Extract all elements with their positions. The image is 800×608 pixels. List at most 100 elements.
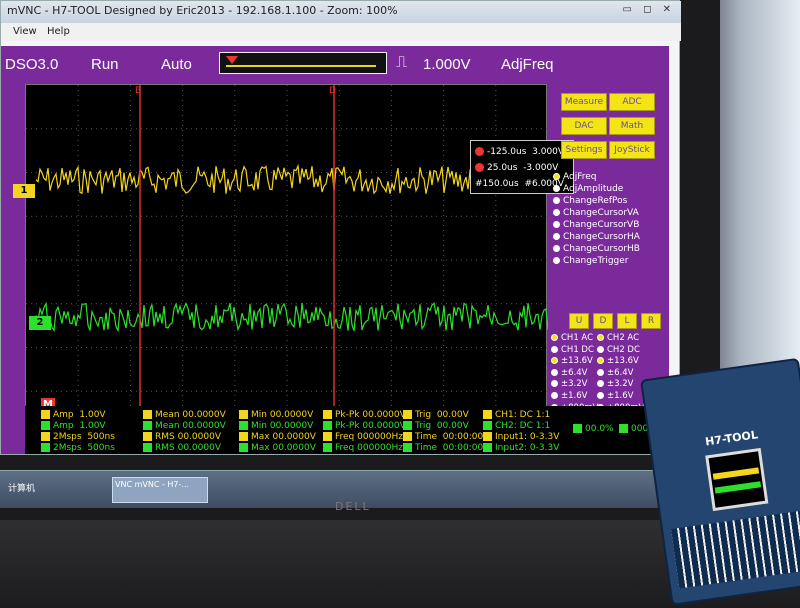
trigger-level[interactable]: 1.000V <box>423 56 471 73</box>
ch1-freq: Freq 000000Hz <box>323 432 403 443</box>
mode-changecursorvb[interactable]: ChangeCursorVB <box>553 219 640 231</box>
ch2-rate: 2Msps 500ns <box>41 443 115 454</box>
nav-left-button[interactable]: L <box>617 313 637 329</box>
mode-adjamplitude[interactable]: AdjAmplitude <box>553 183 640 195</box>
ch2-option-1[interactable]: CH2 DC <box>597 345 644 357</box>
vnc-window: mVNC - H7-TOOL Designed by Eric2013 - 19… <box>0 0 681 455</box>
radio-icon <box>551 357 558 365</box>
ch1-option-5[interactable]: ±1.6V <box>551 391 598 403</box>
scope-screen[interactable]: -125.0us 3.000V 25.0us -3.000V #150.0us … <box>25 84 574 435</box>
menu-view[interactable]: View <box>13 26 37 37</box>
window-controls[interactable]: ▭ ◻ ✕ <box>623 4 676 15</box>
cursor-a-time: -125.0us <box>487 147 527 157</box>
dac-button[interactable]: DAC <box>561 117 607 135</box>
radio-icon <box>553 173 560 180</box>
scope-grid <box>26 85 548 435</box>
ch1-option-4[interactable]: ±3.2V <box>551 379 598 391</box>
status-cpu: 00.0% <box>573 424 614 435</box>
cursor-d-label[interactable]: D <box>329 86 336 96</box>
nav-down-button[interactable]: D <box>593 313 613 329</box>
ch2-option-3[interactable]: ±6.4V <box>597 368 644 380</box>
ch2-option-5[interactable]: ±1.6V <box>597 391 644 403</box>
measure-button[interactable]: Measure <box>561 93 607 111</box>
ch1-marker[interactable]: 1 <box>13 184 35 198</box>
radio-icon <box>553 185 560 192</box>
mode-changetrigger[interactable]: ChangeTrigger <box>553 255 640 267</box>
settings-button[interactable]: Settings <box>561 141 607 159</box>
menu-bar: View Help <box>1 23 681 41</box>
ch2-min: Min 00.0000V <box>239 421 313 432</box>
device-pin-header <box>671 509 800 589</box>
trigger-position-bar[interactable] <box>219 52 387 74</box>
mode-changecursorha[interactable]: ChangeCursorHA <box>553 231 640 243</box>
ch2-time: Time 00:00:00 <box>403 443 483 454</box>
scope-topbar: DSO3.0 Run Auto ⎍ 1.000V AdjFreq <box>1 46 669 84</box>
radio-icon <box>553 233 560 240</box>
trigger-line <box>226 65 376 67</box>
monitor: mVNC - H7-TOOL Designed by Eric2013 - 19… <box>0 0 720 520</box>
radio-icon <box>553 245 560 252</box>
device-screen <box>705 447 769 512</box>
device-label: H7-TOOL <box>704 428 759 449</box>
mode-changerefpos[interactable]: ChangeRefPos <box>553 195 640 207</box>
ch2-trace <box>35 301 548 333</box>
adjust-mode: AdjFreq <box>501 56 554 73</box>
window-titlebar: mVNC - H7-TOOL Designed by Eric2013 - 19… <box>1 1 681 23</box>
run-state[interactable]: Run <box>91 56 119 73</box>
nav-right-button[interactable]: R <box>641 313 661 329</box>
ch1-coupling: CH1: DC 1:1 <box>483 410 550 421</box>
monitor-brand: DELL <box>335 500 371 513</box>
radio-icon <box>597 345 604 353</box>
mode-changecursorhb[interactable]: ChangeCursorHB <box>553 243 640 255</box>
rising-edge-icon: ⎍ <box>396 54 408 71</box>
joystick-button[interactable]: JoyStick <box>609 141 655 159</box>
oscilloscope-app: DSO3.0 Run Auto ⎍ 1.000V AdjFreq -125.0u… <box>1 46 677 454</box>
taskbar-computer[interactable]: 计算机 <box>8 481 35 494</box>
ch2-option-0[interactable]: CH2 AC <box>597 333 644 345</box>
ch1-option-2[interactable]: ±13.6V <box>551 356 598 368</box>
mode-adjfreq[interactable]: AdjFreq <box>553 171 640 183</box>
ch2-mean: Mean 00.0000V <box>143 421 226 432</box>
radio-icon <box>597 368 604 376</box>
mode-changecursorva[interactable]: ChangeCursorVA <box>553 207 640 219</box>
mode-list: AdjFreq AdjAmplitude ChangeRefPos Change… <box>553 171 640 267</box>
trigger-mode[interactable]: Auto <box>161 56 192 73</box>
radio-icon <box>597 380 604 388</box>
radio-icon <box>553 221 560 228</box>
window-title: mVNC - H7-TOOL Designed by Eric2013 - 19… <box>7 4 398 17</box>
radio-icon <box>551 368 558 376</box>
ch1-option-3[interactable]: ±6.4V <box>551 368 598 380</box>
menu-help[interactable]: Help <box>47 26 70 37</box>
radio-icon <box>551 345 558 353</box>
ch1-rms: RMS 00.0000V <box>143 432 221 443</box>
input1-range: Input1: 0-3.3V <box>483 432 559 443</box>
ch1-amp: Amp 1.00V <box>41 410 106 421</box>
trigger-marker-icon <box>226 56 238 64</box>
cursor-a-icon <box>475 147 484 156</box>
cursor-delta-time: #150.0us <box>475 179 519 189</box>
ch2-marker[interactable]: 2 <box>29 316 51 330</box>
ch2-option-4[interactable]: ±3.2V <box>597 379 644 391</box>
ch1-time: Time 00:00:00 <box>403 432 483 443</box>
ch2-option-2[interactable]: ±13.6V <box>597 356 644 368</box>
nav-up-button[interactable]: U <box>569 313 589 329</box>
control-panel: Measure ADC DAC Math Settings JoyStick A… <box>551 91 661 447</box>
radio-icon <box>551 391 558 399</box>
ch1-option-1[interactable]: CH1 DC <box>551 345 598 357</box>
radio-icon <box>597 334 604 341</box>
taskbar-vnc[interactable]: VNC mVNC - H7-... <box>112 477 208 503</box>
ch1-option-0[interactable]: CH1 AC <box>551 333 598 345</box>
radio-icon <box>551 380 558 388</box>
ch2-rms: RMS 00.0000V <box>143 443 221 454</box>
math-button[interactable]: Math <box>609 117 655 135</box>
ch1-min: Min 00.0000V <box>239 410 313 421</box>
radio-icon <box>597 357 604 365</box>
ch2-max: Max 00.0000V <box>239 443 316 454</box>
ch2-amp: Amp 1.00V <box>41 421 106 432</box>
ch2-coupling: CH2: DC 1:1 <box>483 421 550 432</box>
radio-icon <box>553 197 560 204</box>
cursor-b-label[interactable]: B <box>135 86 141 96</box>
model-label: DSO3.0 <box>5 56 59 73</box>
adc-button[interactable]: ADC <box>609 93 655 111</box>
input2-range: Input2: 0-3.3V <box>483 443 559 454</box>
